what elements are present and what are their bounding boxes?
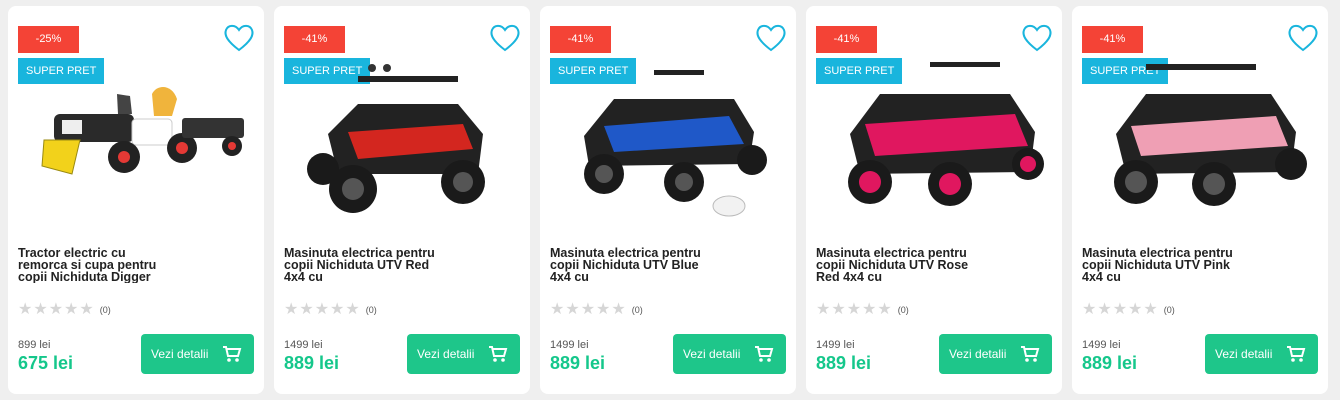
rating-stars: ★ ★ ★ ★ ★ (0) (1082, 302, 1175, 318)
rating-stars: ★ ★ ★ ★ ★ (0) (18, 302, 111, 318)
current-price: 889 lei (284, 353, 340, 373)
view-details-button[interactable]: Vezi detalii (673, 334, 786, 374)
current-price: 889 lei (1082, 353, 1138, 373)
rating-count: (0) (897, 305, 909, 315)
product-card[interactable]: -41% SUPER PRET Masinuta electrica pentr… (806, 6, 1062, 394)
old-price: 1499 lei (550, 339, 589, 351)
heart-outline-icon[interactable] (1287, 23, 1319, 53)
product-carousel-row: -25% SUPER PRET Tractor electric cu remo… (0, 0, 1340, 400)
star-icon: ★ (1082, 301, 1097, 318)
heart-outline-icon[interactable] (489, 23, 521, 53)
old-price: 1499 lei (1082, 339, 1121, 351)
star-icon: ★ (345, 301, 360, 318)
view-details-button[interactable]: Vezi detalii (407, 334, 520, 374)
star-icon: ★ (816, 301, 831, 318)
view-details-label: Vezi detalii (1215, 347, 1273, 361)
heart-outline-icon[interactable] (223, 23, 255, 53)
discount-badge: -41% (284, 26, 345, 53)
discount-badge: -41% (550, 26, 611, 53)
cart-icon (1021, 346, 1040, 362)
product-image[interactable] (820, 54, 1048, 226)
view-details-button[interactable]: Vezi detalii (939, 334, 1052, 374)
star-icon: ★ (550, 301, 565, 318)
rating-stars: ★ ★ ★ ★ ★ (0) (550, 302, 643, 318)
star-icon: ★ (1112, 301, 1128, 318)
star-icon: ★ (862, 301, 877, 318)
rating-count: (0) (631, 305, 643, 315)
star-icon: ★ (1128, 301, 1143, 318)
product-title[interactable]: Masinuta electrica pentru copii Nichidut… (550, 247, 710, 283)
product-card[interactable]: -41% SUPER PRET Masinuta electrica pentr… (540, 6, 796, 394)
view-details-label: Vezi detalii (949, 347, 1007, 361)
star-icon: ★ (284, 301, 299, 318)
product-title[interactable]: Masinuta electrica pentru copii Nichidut… (816, 247, 976, 283)
star-icon: ★ (48, 301, 64, 318)
product-card[interactable]: -41% SUPER PRET Masinuta electrica pentr… (274, 6, 530, 394)
product-title[interactable]: Tractor electric cu remorca si cupa pent… (18, 247, 178, 283)
product-title[interactable]: Masinuta electrica pentru copii Nichidut… (284, 247, 444, 283)
current-price: 675 lei (18, 353, 74, 373)
rating-count: (0) (99, 305, 111, 315)
discount-badge: -25% (18, 26, 79, 53)
star-icon: ★ (831, 301, 846, 318)
star-icon: ★ (877, 301, 892, 318)
cart-icon (223, 346, 242, 362)
old-price: 1499 lei (816, 339, 855, 351)
current-price: 889 lei (550, 353, 606, 373)
product-image[interactable] (22, 54, 250, 226)
view-details-button[interactable]: Vezi detalii (1205, 334, 1318, 374)
cart-icon (755, 346, 774, 362)
view-details-label: Vezi detalii (151, 347, 209, 361)
product-image[interactable] (1086, 54, 1314, 226)
discount-badge: -41% (816, 26, 877, 53)
heart-outline-icon[interactable] (1021, 23, 1053, 53)
product-card[interactable]: -41% SUPER PRET Masinuta electrica pentr… (1072, 6, 1328, 394)
star-icon: ★ (299, 301, 314, 318)
star-icon: ★ (64, 301, 79, 318)
product-card[interactable]: -25% SUPER PRET Tractor electric cu remo… (8, 6, 264, 394)
star-icon: ★ (596, 301, 611, 318)
star-icon: ★ (33, 301, 48, 318)
rating-stars: ★ ★ ★ ★ ★ (0) (284, 302, 377, 318)
current-price: 889 lei (816, 353, 872, 373)
star-icon: ★ (330, 301, 345, 318)
discount-badge: -41% (1082, 26, 1143, 53)
star-icon: ★ (580, 301, 596, 318)
rating-stars: ★ ★ ★ ★ ★ (0) (816, 302, 909, 318)
star-icon: ★ (1097, 301, 1112, 318)
old-price: 899 lei (18, 339, 51, 351)
star-icon: ★ (611, 301, 626, 318)
product-title[interactable]: Masinuta electrica pentru copii Nichidut… (1082, 247, 1242, 283)
old-price: 1499 lei (284, 339, 323, 351)
rating-count: (0) (1163, 305, 1175, 315)
rating-count: (0) (365, 305, 377, 315)
star-icon: ★ (18, 301, 33, 318)
view-details-label: Vezi detalii (417, 347, 475, 361)
cart-icon (1287, 346, 1306, 362)
star-icon: ★ (1143, 301, 1158, 318)
cart-icon (489, 346, 508, 362)
star-icon: ★ (846, 301, 862, 318)
star-icon: ★ (79, 301, 94, 318)
heart-outline-icon[interactable] (755, 23, 787, 53)
star-icon: ★ (314, 301, 330, 318)
product-image[interactable] (554, 54, 782, 226)
view-details-button[interactable]: Vezi detalii (141, 334, 254, 374)
star-icon: ★ (565, 301, 580, 318)
product-image[interactable] (288, 54, 516, 226)
view-details-label: Vezi detalii (683, 347, 741, 361)
